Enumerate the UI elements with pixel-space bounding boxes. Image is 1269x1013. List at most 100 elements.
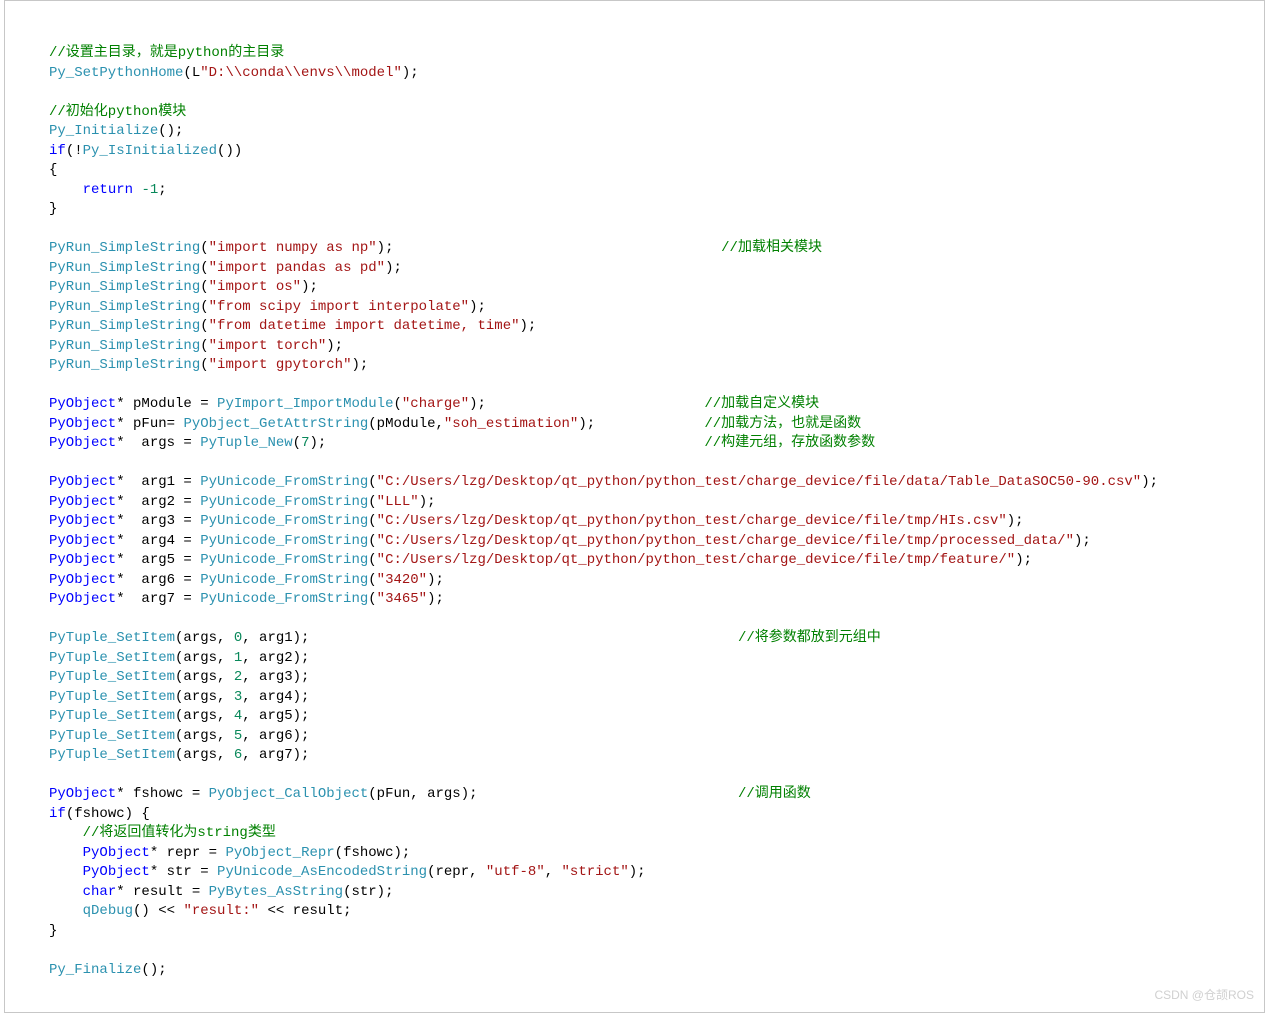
token: PyRun_SimpleString: [49, 260, 200, 276]
token: PyObject: [49, 435, 116, 451]
code-line: PyRun_SimpleString("import gpytorch");: [49, 356, 1264, 376]
token: (pModule,: [368, 416, 444, 432]
token: );: [301, 279, 318, 295]
token: 1: [234, 650, 242, 666]
token: );: [309, 435, 326, 451]
code-block: //设置主目录，就是python的主目录Py_SetPythonHome(L"D…: [4, 0, 1265, 1013]
token: PyTuple_SetItem: [49, 650, 175, 666]
token: (L: [183, 65, 200, 81]
token: PyObject: [49, 786, 116, 802]
code-line: PyRun_SimpleString("from datetime import…: [49, 317, 1264, 337]
token: 2: [234, 669, 242, 685]
token: * fshowc =: [116, 786, 208, 802]
token: * pModule =: [116, 396, 217, 412]
token: PyObject: [49, 513, 116, 529]
code-line: PyObject* arg4 = PyUnicode_FromString("C…: [49, 532, 1264, 552]
token: );: [427, 572, 444, 588]
token: "import pandas as pd": [209, 260, 385, 276]
code-line: [49, 220, 1264, 240]
token: PyTuple_New: [200, 435, 292, 451]
code-line: }: [49, 922, 1264, 942]
token: (args,: [175, 669, 234, 685]
token: );: [1141, 474, 1158, 490]
token: "C:/Users/lzg/Desktop/qt_python/python_t…: [377, 552, 1016, 568]
code-line: [49, 376, 1264, 396]
code-line: PyObject* arg5 = PyUnicode_FromString("C…: [49, 551, 1264, 571]
watermark: CSDN @仓颉ROS: [1154, 986, 1254, 1006]
code-line: PyTuple_SetItem(args, 1, arg2);: [49, 649, 1264, 669]
token: PyObject: [49, 474, 116, 490]
token: , arg4);: [242, 689, 309, 705]
token: 5: [234, 728, 242, 744]
token: if: [49, 806, 66, 822]
token: (args,: [175, 747, 234, 763]
token: PyRun_SimpleString: [49, 279, 200, 295]
code-line: PyObject* arg3 = PyUnicode_FromString("C…: [49, 512, 1264, 532]
token: );: [520, 318, 537, 334]
code-line: PyObject* arg2 = PyUnicode_FromString("L…: [49, 493, 1264, 513]
token: (pFun, args);: [368, 786, 477, 802]
token: 6: [234, 747, 242, 763]
token: (: [200, 299, 208, 315]
code-line: [49, 766, 1264, 786]
code-line: PyRun_SimpleString("import numpy as np")…: [49, 239, 1264, 259]
token: PyObject: [49, 416, 116, 432]
token: (: [200, 279, 208, 295]
token: "charge": [402, 396, 469, 412]
token: , arg3);: [242, 669, 309, 685]
token: "C:/Users/lzg/Desktop/qt_python/python_t…: [377, 474, 1142, 490]
token: char: [83, 884, 117, 900]
trailing-comment: //加载自定义模块: [704, 396, 819, 412]
code-line: {: [49, 161, 1264, 181]
token: "import numpy as np": [209, 240, 377, 256]
token: , arg6);: [242, 728, 309, 744]
token: (fshowc) {: [66, 806, 150, 822]
token: PyUnicode_FromString: [200, 591, 368, 607]
code-line: Py_Initialize();: [49, 122, 1264, 142]
token: (: [368, 552, 376, 568]
token: (: [368, 572, 376, 588]
token: PyObject: [49, 591, 116, 607]
token: (args,: [175, 708, 234, 724]
token: << result;: [259, 903, 351, 919]
token: );: [419, 494, 436, 510]
token: * arg4 =: [116, 533, 200, 549]
code-line: PyRun_SimpleString("import pandas as pd"…: [49, 259, 1264, 279]
token: PyBytes_AsString: [209, 884, 343, 900]
code-line: Py_Finalize();: [49, 961, 1264, 981]
token: }: [49, 923, 57, 939]
token: "D:\\conda\\envs\\model": [200, 65, 402, 81]
token: (str);: [343, 884, 393, 900]
token: );: [402, 65, 419, 81]
token: PyObject: [49, 494, 116, 510]
token: (fshowc);: [335, 845, 411, 861]
token: ;: [158, 182, 166, 198]
token: (: [368, 591, 376, 607]
token: "import gpytorch": [209, 357, 352, 373]
token: PyObject: [49, 552, 116, 568]
token: (: [368, 513, 376, 529]
token: "C:/Users/lzg/Desktop/qt_python/python_t…: [377, 513, 1007, 529]
token: ();: [158, 123, 183, 139]
code-line: PyObject* arg7 = PyUnicode_FromString("3…: [49, 590, 1264, 610]
code-line: qDebug() << "result:" << result;: [49, 902, 1264, 922]
trailing-comment: //构建元组，存放函数参数: [704, 435, 875, 451]
token: PyObject: [83, 845, 150, 861]
token: Py_SetPythonHome: [49, 65, 183, 81]
code-line: PyObject* repr = PyObject_Repr(fshowc);: [49, 844, 1264, 864]
token: );: [385, 260, 402, 276]
token: -1: [141, 182, 158, 198]
token: PyRun_SimpleString: [49, 357, 200, 373]
token: PyRun_SimpleString: [49, 240, 200, 256]
token: * str =: [150, 864, 217, 880]
token: PyUnicode_FromString: [200, 552, 368, 568]
token: PyUnicode_FromString: [200, 533, 368, 549]
trailing-comment: //加载方法，也就是函数: [704, 416, 861, 432]
token: );: [427, 591, 444, 607]
token: PyUnicode_FromString: [200, 474, 368, 490]
token: //初始化python模块: [49, 104, 186, 120]
token: PyTuple_SetItem: [49, 747, 175, 763]
token: ,: [545, 864, 562, 880]
token: , arg7);: [242, 747, 309, 763]
token: PyUnicode_FromString: [200, 513, 368, 529]
